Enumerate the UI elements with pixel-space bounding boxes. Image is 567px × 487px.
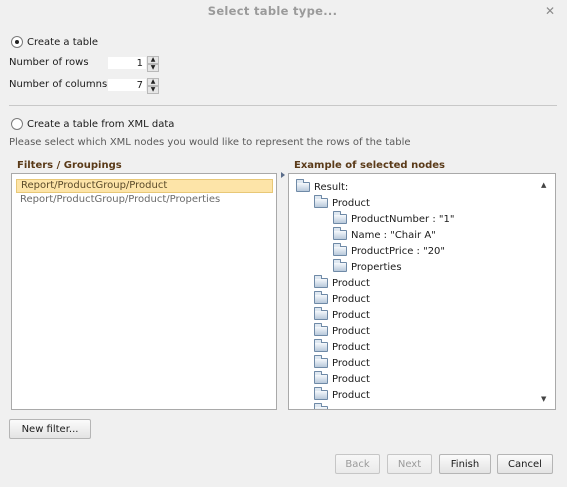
tree-node-label: ProductPrice : "20" [351, 245, 446, 257]
tree-node[interactable]: ProductNumber : "1" [333, 211, 454, 227]
tree-node[interactable]: Product [314, 195, 370, 211]
columns-input[interactable]: 7 [107, 78, 147, 92]
close-icon[interactable]: ✕ [543, 4, 557, 18]
tree-node-label: Product [332, 341, 370, 353]
folder-icon [314, 355, 328, 368]
filters-panel-title: Filters / Groupings [17, 160, 122, 171]
folder-icon [314, 291, 328, 304]
folder-icon [296, 179, 310, 192]
folder-icon [314, 307, 328, 320]
cancel-button[interactable]: Cancel [497, 454, 553, 474]
dialog-title: Select table type... [207, 4, 338, 18]
section-separator [9, 105, 557, 106]
columns-label: Number of columns [9, 79, 108, 90]
splitter-arrow-icon[interactable] [281, 172, 285, 178]
tree-node-label: Product [332, 197, 370, 209]
tree-node[interactable]: ProductPrice : "20" [333, 243, 445, 259]
folder-icon [314, 195, 328, 208]
scroll-down-icon[interactable]: ▼ [541, 395, 546, 403]
tree-node-label: Properties [351, 261, 402, 273]
next-button[interactable]: Next [387, 454, 432, 474]
folder-icon [314, 323, 328, 336]
tree-node-label: Product [332, 373, 370, 385]
tree-node-label: Result: [314, 181, 349, 193]
back-button[interactable]: Back [335, 454, 380, 474]
finish-button[interactable]: Finish [439, 454, 491, 474]
rows-increment-icon[interactable]: ▲ [147, 56, 159, 64]
folder-icon [333, 227, 347, 240]
folder-icon [314, 339, 328, 352]
tree-node[interactable]: Product [314, 323, 370, 339]
columns-increment-icon[interactable]: ▲ [147, 78, 159, 86]
scroll-up-icon[interactable]: ▲ [541, 181, 546, 189]
xml-table-radio[interactable] [11, 118, 23, 130]
tree-node-label: Product [332, 389, 370, 401]
tree-node-label: Product [332, 357, 370, 369]
tree-node[interactable]: Properties [333, 259, 402, 275]
columns-stepper[interactable]: 7 ▲ ▼ [107, 78, 159, 94]
tree-node-label: Name : "Chair A" [351, 229, 436, 241]
folder-icon [333, 211, 347, 224]
filter-item[interactable]: Report/ProductGroup/Product [16, 179, 273, 193]
tree-node[interactable]: Product [314, 307, 370, 323]
tree-node-label: ProductNumber : "1" [351, 213, 455, 225]
tree-node[interactable]: Product [314, 371, 370, 387]
tree-node-label: Product [332, 309, 370, 321]
xml-table-label: Create a table from XML data [27, 118, 175, 130]
tree-node[interactable]: Product [314, 291, 370, 307]
new-filter-button[interactable]: New filter... [9, 419, 91, 439]
tree-node-label: Product [332, 325, 370, 337]
rows-label: Number of rows [9, 57, 89, 68]
tree-node[interactable]: Product [314, 387, 370, 403]
create-table-radio[interactable] [11, 36, 23, 48]
tree-node[interactable]: Name : "Chair A" [333, 227, 436, 243]
tree-node[interactable]: Product [314, 339, 370, 355]
rows-input[interactable]: 1 [107, 56, 147, 70]
xml-table-option[interactable]: Create a table from XML data [11, 118, 174, 130]
example-nodes-tree[interactable]: Result: Product ProductNumber : "1" Name : … [288, 173, 556, 410]
filter-item[interactable]: Report/ProductGroup/Product/Properties [16, 193, 273, 207]
folder-icon [333, 259, 347, 272]
create-table-label: Create a table [27, 36, 99, 48]
tree-node[interactable]: Product [314, 275, 370, 291]
tree-node[interactable]: Result: [296, 179, 348, 195]
folder-icon [333, 243, 347, 256]
folder-icon [314, 275, 328, 288]
tree-node-partial [314, 403, 332, 409]
folder-icon [314, 387, 328, 400]
xml-help-text: Please select which XML nodes you would … [9, 137, 411, 148]
folder-icon [314, 371, 328, 384]
example-panel-title: Example of selected nodes [294, 160, 445, 171]
tree-node-label: Product [332, 277, 370, 289]
create-table-option[interactable]: Create a table [11, 36, 98, 48]
folder-icon [314, 403, 328, 409]
tree-node-label: Product [332, 293, 370, 305]
filters-list[interactable]: Report/ProductGroup/Product Report/Produ… [11, 173, 277, 410]
rows-stepper[interactable]: 1 ▲ ▼ [107, 56, 159, 72]
rows-decrement-icon[interactable]: ▼ [147, 64, 159, 72]
columns-decrement-icon[interactable]: ▼ [147, 86, 159, 94]
tree-node[interactable]: Product [314, 355, 370, 371]
